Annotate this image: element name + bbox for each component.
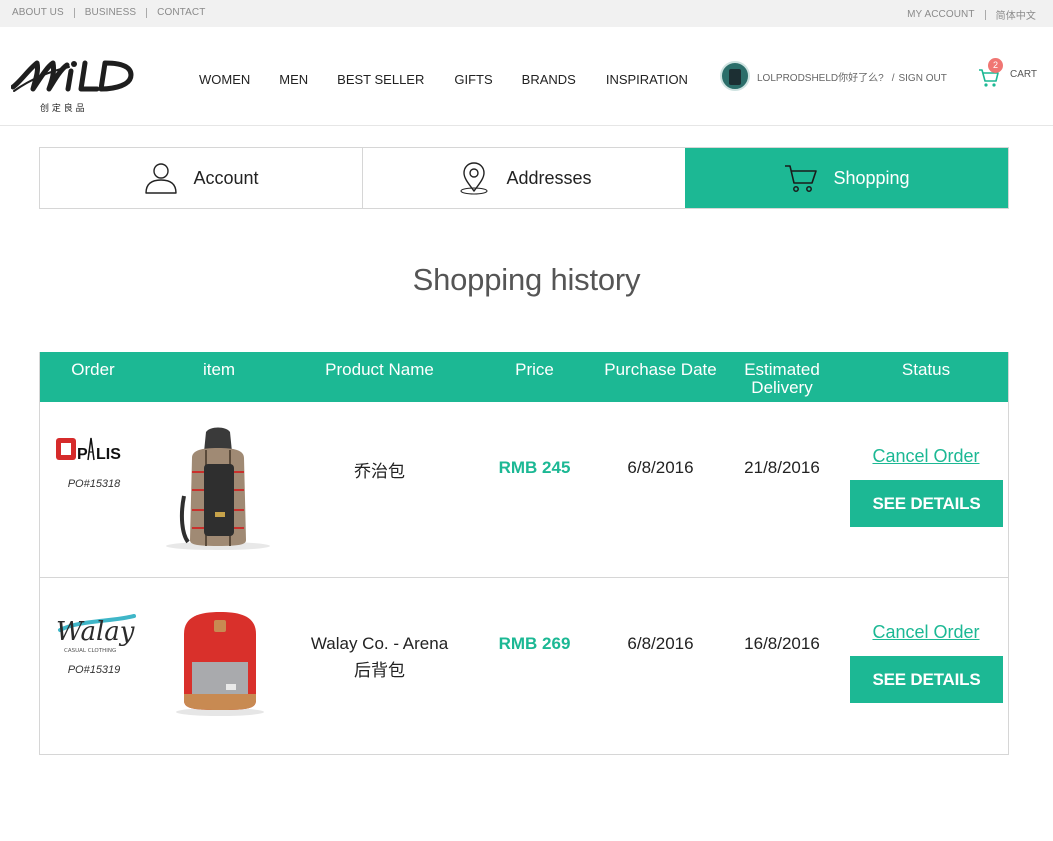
about-us-link[interactable]: ABOUT US bbox=[12, 7, 64, 18]
main-nav: WOMEN MEN BEST SELLER GIFTS BRANDS INSPI… bbox=[199, 72, 688, 87]
top-utility-bar: ABOUT US BUSINESS CONTACT MY ACCOUNT 简体中… bbox=[0, 0, 1053, 27]
header-product-name: Product Name bbox=[325, 360, 434, 379]
top-links-right: MY ACCOUNT 简体中文 bbox=[907, 7, 1036, 22]
avatar[interactable] bbox=[720, 61, 750, 91]
price: RMB 269 bbox=[498, 634, 571, 653]
avatar-image bbox=[729, 69, 741, 85]
purchase-date: 6/8/2016 bbox=[627, 458, 694, 477]
nav-women[interactable]: WOMEN bbox=[199, 72, 250, 87]
mild-logo-icon: 创 定 良 品 bbox=[10, 60, 134, 114]
header-status: Status bbox=[901, 360, 951, 379]
user-greeting: LOLPRODSHELD你好了么? / SIGN OUT bbox=[757, 73, 947, 84]
nav-gifts[interactable]: GIFTS bbox=[454, 72, 492, 87]
nav-inspiration[interactable]: INSPIRATION bbox=[606, 72, 688, 87]
cart-icon bbox=[785, 165, 818, 192]
page-title: Shopping history bbox=[412, 262, 641, 297]
product-image[interactable] bbox=[162, 424, 274, 552]
estimated-delivery: 16/8/2016 bbox=[744, 634, 820, 653]
purchase-date: 6/8/2016 bbox=[627, 634, 694, 653]
opalis-logo-icon: P LIS bbox=[56, 437, 121, 463]
tab-shopping-label: Shopping bbox=[833, 167, 910, 188]
account-tabs: Account Addresses Shopping bbox=[39, 147, 1009, 209]
header-estimated-line2: Delivery bbox=[751, 378, 813, 397]
location-pin-icon bbox=[460, 162, 489, 195]
divider bbox=[73, 7, 75, 18]
divider bbox=[146, 7, 148, 18]
brand-logo-walay: Walay CASUAL CLOTHING bbox=[50, 608, 138, 661]
nav-brands[interactable]: BRANDS bbox=[522, 72, 576, 87]
top-links-left: ABOUT US BUSINESS CONTACT bbox=[12, 7, 205, 18]
brand-logo-opalis: P LIS bbox=[50, 434, 138, 469]
greeting-text: LOLPRODSHELD你好了么? bbox=[757, 73, 884, 84]
backpack-image bbox=[176, 612, 264, 716]
product-image[interactable] bbox=[170, 608, 270, 718]
tab-account-label: Account bbox=[193, 167, 259, 188]
language-link[interactable]: 简体中文 bbox=[996, 7, 1036, 22]
my-account-link[interactable]: MY ACCOUNT bbox=[907, 9, 975, 20]
product-name-line1: 乔治包 bbox=[354, 462, 405, 481]
estimated-delivery: 21/8/2016 bbox=[744, 458, 820, 477]
cancel-order-link[interactable]: Cancel Order bbox=[850, 446, 1002, 467]
tab-account[interactable]: Account bbox=[40, 148, 363, 208]
cancel-order-link[interactable]: Cancel Order bbox=[850, 622, 1002, 643]
site-logo[interactable]: 创 定 良 品 bbox=[10, 59, 136, 115]
product-name-line2: 后背包 bbox=[354, 661, 405, 680]
svg-text:Walay: Walay bbox=[56, 617, 135, 647]
header-item: item bbox=[202, 360, 236, 379]
svg-text:LIS: LIS bbox=[96, 446, 121, 463]
product-name: Walay Co. - Arena 后背包 bbox=[292, 630, 467, 684]
svg-text:P: P bbox=[77, 446, 88, 463]
cart-count-badge: 2 bbox=[988, 58, 1003, 73]
table-row: P LIS PO#15318 乔治包 RMB 245 6/8/2016 21/8… bbox=[40, 402, 1008, 578]
sling-bag-image bbox=[166, 427, 270, 550]
tab-shopping[interactable]: Shopping bbox=[685, 148, 1008, 208]
header-price: Price bbox=[515, 360, 554, 379]
sign-out-link[interactable]: SIGN OUT bbox=[898, 73, 946, 84]
divider bbox=[984, 9, 986, 20]
contact-link[interactable]: CONTACT bbox=[157, 7, 205, 18]
business-link[interactable]: BUSINESS bbox=[85, 7, 136, 18]
header-order: Order bbox=[71, 360, 115, 379]
shopping-history-table: Order item Product Name Price Purchase D… bbox=[39, 352, 1009, 755]
tab-addresses-label: Addresses bbox=[506, 167, 592, 188]
see-details-button[interactable]: SEE DETAILS bbox=[850, 480, 1003, 527]
nav-men[interactable]: MEN bbox=[279, 72, 308, 87]
tab-addresses[interactable]: Addresses bbox=[363, 148, 685, 208]
table-header: Order item Product Name Price Purchase D… bbox=[40, 352, 1008, 402]
price: RMB 245 bbox=[498, 458, 571, 477]
cart-button[interactable]: 2 CART bbox=[978, 58, 1038, 89]
po-number: PO#15319 bbox=[67, 664, 121, 676]
cart-label: CART bbox=[1010, 69, 1038, 80]
po-number: PO#15318 bbox=[67, 478, 121, 490]
product-name-line1: Walay Co. - Arena bbox=[310, 634, 449, 653]
site-header: 创 定 良 品 WOMEN MEN BEST SELLER GIFTS BRAN… bbox=[0, 27, 1053, 126]
header-estimated-delivery: Estimated Delivery bbox=[722, 361, 842, 397]
product-name: 乔治包 bbox=[292, 457, 467, 482]
walay-tagline: CASUAL CLOTHING bbox=[64, 648, 116, 654]
user-icon bbox=[145, 163, 178, 194]
header-purchase-date: Purchase Date bbox=[604, 360, 717, 379]
nav-best-seller[interactable]: BEST SELLER bbox=[337, 72, 424, 87]
logo-subtitle: 创 定 良 品 bbox=[40, 102, 85, 114]
table-row: Walay CASUAL CLOTHING PO#15319 Walay Co.… bbox=[40, 578, 1008, 754]
header-estimated-line1: Estimated bbox=[744, 360, 820, 379]
see-details-button[interactable]: SEE DETAILS bbox=[850, 656, 1003, 703]
walay-logo-icon: Walay CASUAL CLOTHING bbox=[56, 614, 136, 654]
